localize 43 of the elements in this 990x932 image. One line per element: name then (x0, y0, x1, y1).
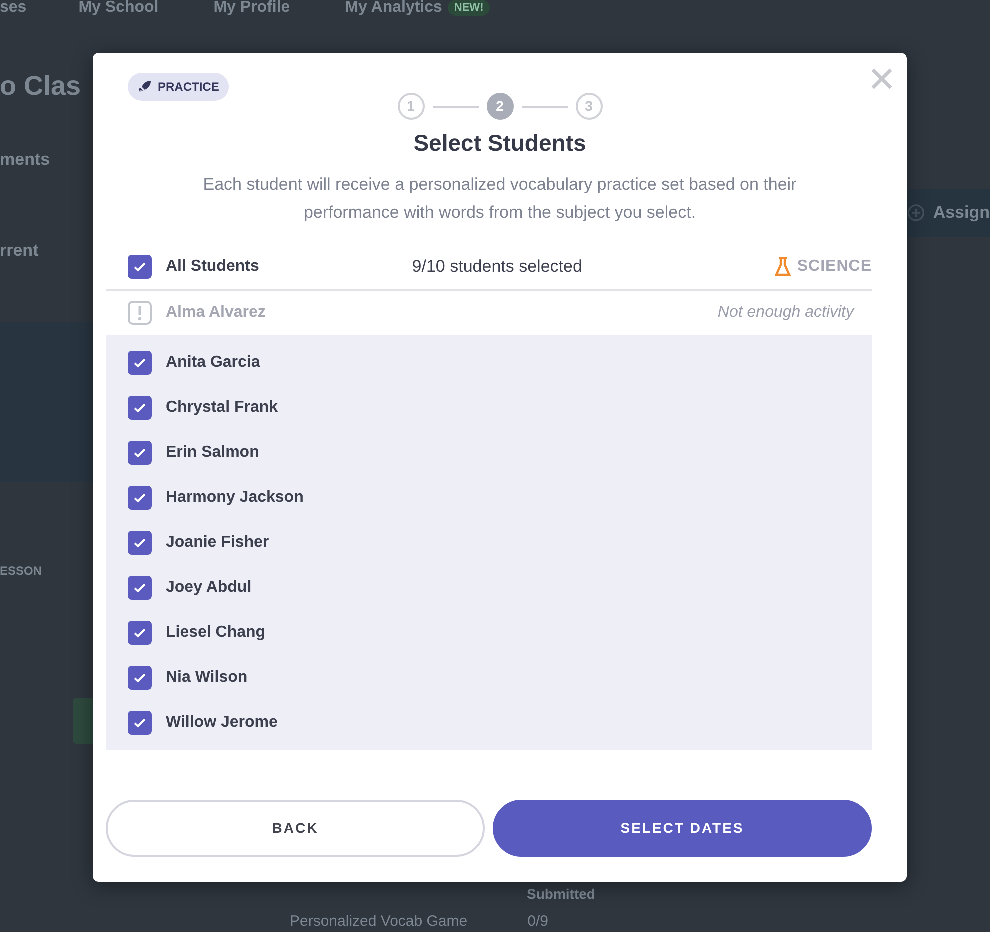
checkbox-label[interactable]: All Students (166, 254, 260, 278)
lesson-label: ESSON (0, 562, 44, 580)
checkbox[interactable] (128, 254, 152, 278)
student-name[interactable]: Liesel Chang (166, 621, 266, 645)
back-button[interactable]: BACK (106, 800, 485, 856)
checkbox[interactable] (128, 666, 152, 690)
student-name[interactable]: Joey Abdul (166, 576, 252, 600)
step-indicator: 1 (398, 93, 424, 120)
student-name[interactable]: Willow Jerome (166, 711, 278, 735)
checkbox[interactable] (128, 351, 152, 375)
new-badge: NEW! (448, 0, 490, 16)
page-title: o Clas (0, 70, 82, 103)
table-cell-text: 0/9 (528, 912, 548, 932)
activity-note: Not enough activity (718, 302, 854, 322)
lesson-card (73, 698, 93, 744)
checkbox[interactable] (128, 486, 152, 510)
checkbox[interactable] (128, 711, 152, 735)
checkbox[interactable] (128, 441, 152, 465)
student-name[interactable]: Erin Salmon (166, 441, 260, 465)
student-name[interactable]: Harmony Jackson (166, 486, 304, 510)
checkbox[interactable] (128, 621, 152, 645)
plus-circle-icon (907, 202, 926, 224)
step-indicator: 2 (486, 93, 514, 120)
flask-icon (775, 256, 792, 276)
student-name: Alma Alvarez (166, 302, 266, 322)
column-header: Submitted (527, 885, 596, 904)
student-name[interactable]: Nia Wilson (166, 666, 248, 690)
checkbox[interactable] (128, 396, 152, 420)
student-name[interactable]: Joanie Fisher (166, 531, 270, 555)
student-name[interactable]: Anita Garcia (166, 351, 260, 375)
step-indicator: 3 (576, 93, 602, 120)
select-dates-button[interactable]: SELECT DATES (493, 800, 872, 856)
checkbox[interactable] (128, 576, 152, 600)
practice-badge: PRACTICE (128, 73, 230, 101)
dialog-title: Select Students (412, 129, 588, 158)
student-name[interactable]: Chrystal Frank (166, 396, 278, 420)
table-cell-text: Personalized Vocab Game (290, 912, 468, 932)
selection-count: 9/10 students selected (412, 256, 582, 276)
warning-icon (128, 300, 152, 324)
rocket-icon (138, 80, 152, 94)
dialog-description: Each student will receive a personalized vocabulary practice set based on their performance with words from the subject you select. (202, 174, 798, 224)
subject-label: SCIENCE (797, 256, 872, 276)
checkbox[interactable] (128, 531, 152, 555)
